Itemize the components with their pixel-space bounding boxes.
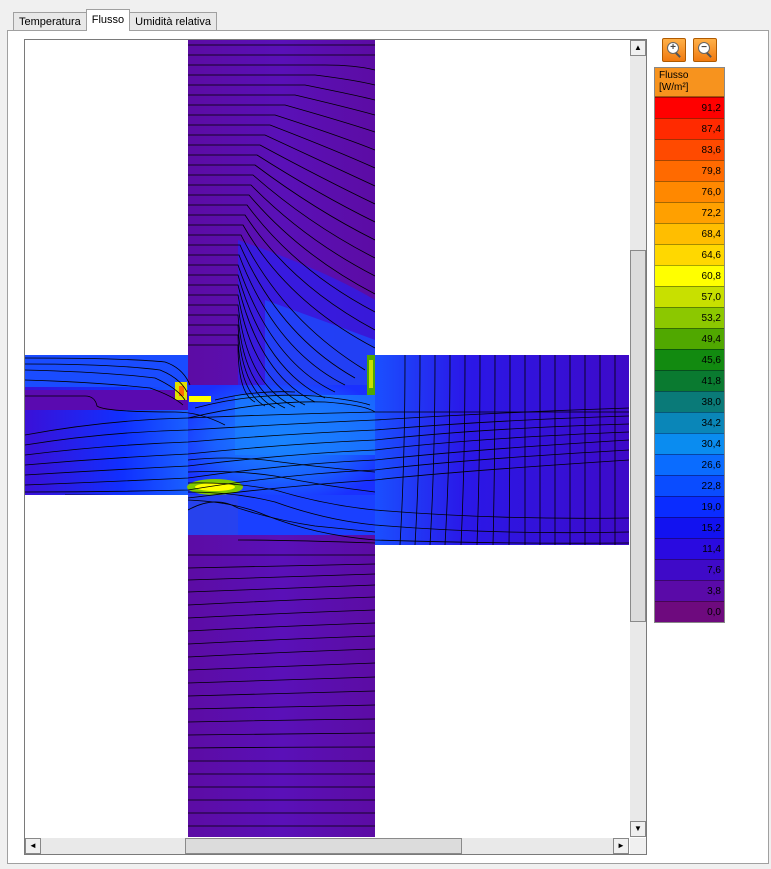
tab-bar: Temperatura Flusso Umidità relativa bbox=[13, 9, 217, 31]
legend-entry: 60,8 bbox=[655, 265, 724, 286]
legend-entry: 26,6 bbox=[655, 454, 724, 475]
scrollbar-corner bbox=[630, 838, 646, 854]
legend-scale: 91,2 87,4 83,6 79,8 76,0 72,2 68,4 64,6 60,8 57,0… bbox=[655, 97, 724, 622]
legend-entry: 38,0 bbox=[655, 391, 724, 412]
legend-entry: 15,2 bbox=[655, 517, 724, 538]
legend-entry: 22,8 bbox=[655, 475, 724, 496]
scroll-right-icon[interactable]: ► bbox=[613, 838, 629, 854]
tab-flusso[interactable]: Flusso bbox=[85, 9, 131, 31]
vertical-scrollbar[interactable]: ▲ ▼ bbox=[630, 40, 646, 837]
horizontal-scrollbar[interactable]: ◄ ► bbox=[25, 838, 629, 854]
legend-entry: 91,2 bbox=[655, 97, 724, 118]
scroll-down-icon[interactable]: ▼ bbox=[630, 821, 646, 837]
legend-unit: [W/m²] bbox=[659, 82, 689, 93]
legend-entry: 57,0 bbox=[655, 286, 724, 307]
legend-entry: 3,8 bbox=[655, 580, 724, 601]
tab-panel: ▲ ▼ ◄ ► + − Flusso [W/m²] 91,2 87,4 83,6 79… bbox=[7, 30, 769, 864]
horizontal-scroll-thumb[interactable] bbox=[185, 838, 462, 854]
legend-entry: 79,8 bbox=[655, 160, 724, 181]
legend-entry: 7,6 bbox=[655, 559, 724, 580]
zoom-out-button[interactable]: − bbox=[693, 38, 717, 62]
legend-entry: 41,8 bbox=[655, 370, 724, 391]
legend-entry: 72,2 bbox=[655, 202, 724, 223]
legend-entry: 45,6 bbox=[655, 349, 724, 370]
color-legend: Flusso [W/m²] 91,2 87,4 83,6 79,8 76,0 72,2 68… bbox=[654, 67, 725, 623]
plot-viewport[interactable]: ▲ ▼ ◄ ► bbox=[24, 39, 647, 855]
legend-entry: 53,2 bbox=[655, 307, 724, 328]
legend-entry: 64,6 bbox=[655, 244, 724, 265]
tab-umidita-relativa[interactable]: Umidità relativa bbox=[129, 12, 217, 31]
legend-entry: 49,4 bbox=[655, 328, 724, 349]
scroll-up-icon[interactable]: ▲ bbox=[630, 40, 646, 56]
legend-entry: 30,4 bbox=[655, 433, 724, 454]
legend-entry: 11,4 bbox=[655, 538, 724, 559]
heat-flux-plot bbox=[25, 40, 629, 837]
zoom-in-button[interactable]: + bbox=[662, 38, 686, 62]
legend-entry: 87,4 bbox=[655, 118, 724, 139]
legend-quantity: Flusso bbox=[659, 70, 689, 81]
legend-entry: 34,2 bbox=[655, 412, 724, 433]
scroll-left-icon[interactable]: ◄ bbox=[25, 838, 41, 854]
legend-entry: 0,0 bbox=[655, 601, 724, 622]
vertical-scroll-thumb[interactable] bbox=[630, 250, 646, 622]
legend-entry: 83,6 bbox=[655, 139, 724, 160]
legend-entry: 68,4 bbox=[655, 223, 724, 244]
legend-entry: 76,0 bbox=[655, 181, 724, 202]
legend-title: Flusso [W/m²] bbox=[655, 68, 724, 97]
legend-entry: 19,0 bbox=[655, 496, 724, 517]
tab-temperatura[interactable]: Temperatura bbox=[13, 12, 87, 31]
